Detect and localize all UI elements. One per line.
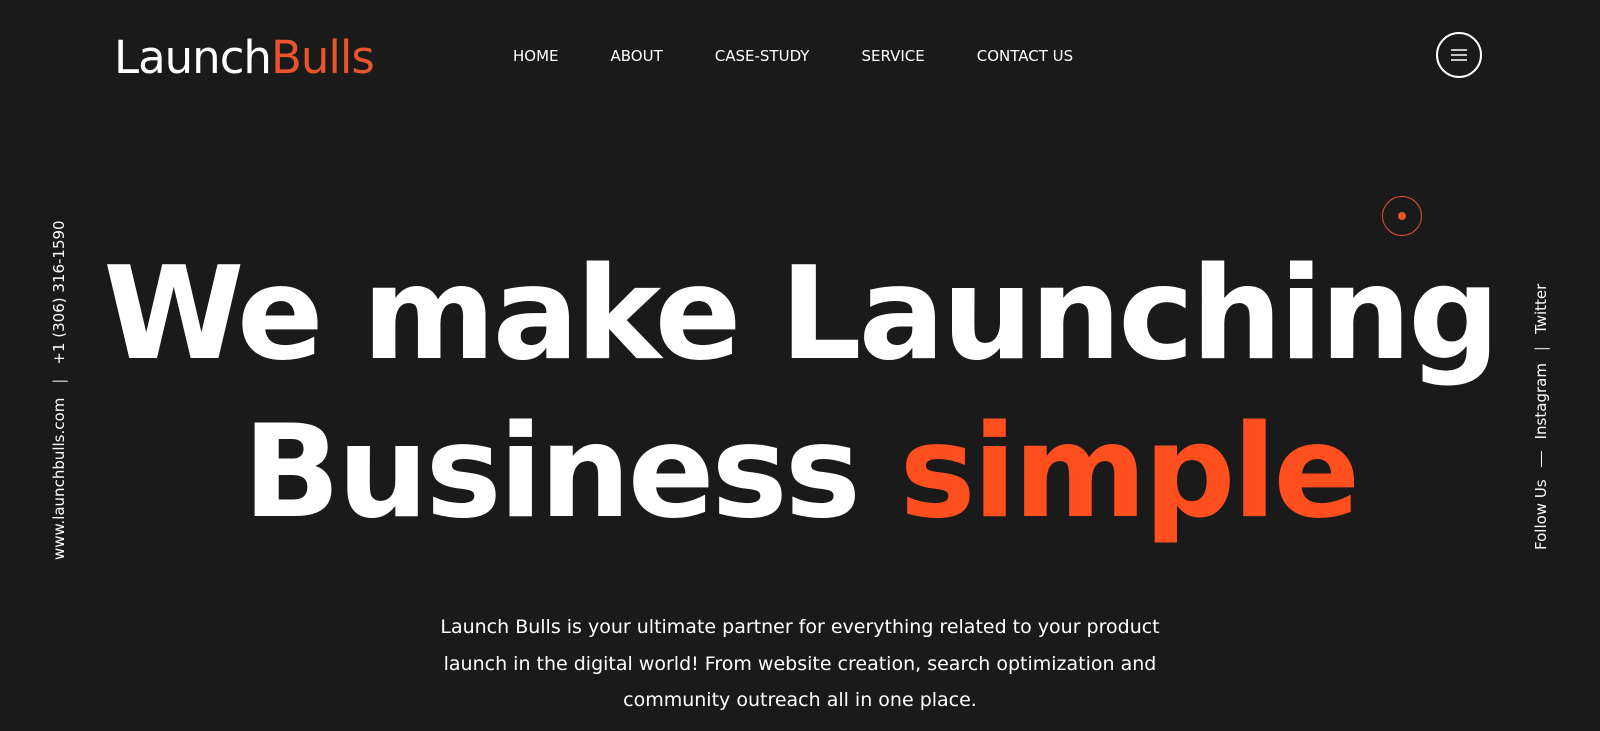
- nav-item-case-study[interactable]: CASE-STUDY: [715, 45, 810, 67]
- hero-title-line1: We make Launching: [103, 240, 1500, 389]
- nav-item-service[interactable]: SERVICE: [861, 45, 924, 67]
- nav-item-about[interactable]: ABOUT: [611, 45, 663, 67]
- main-nav: HOME ABOUT CASE-STUDY SERVICE CONTACT US: [513, 45, 1073, 67]
- decorative-dot-ring: [1382, 196, 1422, 236]
- menu-button[interactable]: [1436, 32, 1482, 78]
- hero-title-plain: Business: [242, 398, 861, 547]
- page: LaunchBulls HOME ABOUT CASE-STUDY SERVIC…: [0, 0, 1600, 731]
- brand-name-part2: Bulls: [270, 31, 375, 84]
- hero-description: Launch Bulls is your ultimate partner fo…: [440, 616, 1160, 711]
- decorative-dot: [1398, 212, 1406, 220]
- nav-item-home[interactable]: HOME: [513, 45, 559, 67]
- hamburger-icon: [1451, 49, 1467, 61]
- brand-logo[interactable]: LaunchBulls: [114, 30, 375, 86]
- brand-name-part1: Launch: [114, 31, 272, 84]
- hero-title: We make Launching Business simple: [0, 236, 1600, 552]
- hero-title-accent: simple: [899, 398, 1360, 547]
- hero-title-line2: Business simple: [0, 394, 1600, 552]
- nav-item-contact-us[interactable]: CONTACT US: [977, 45, 1073, 67]
